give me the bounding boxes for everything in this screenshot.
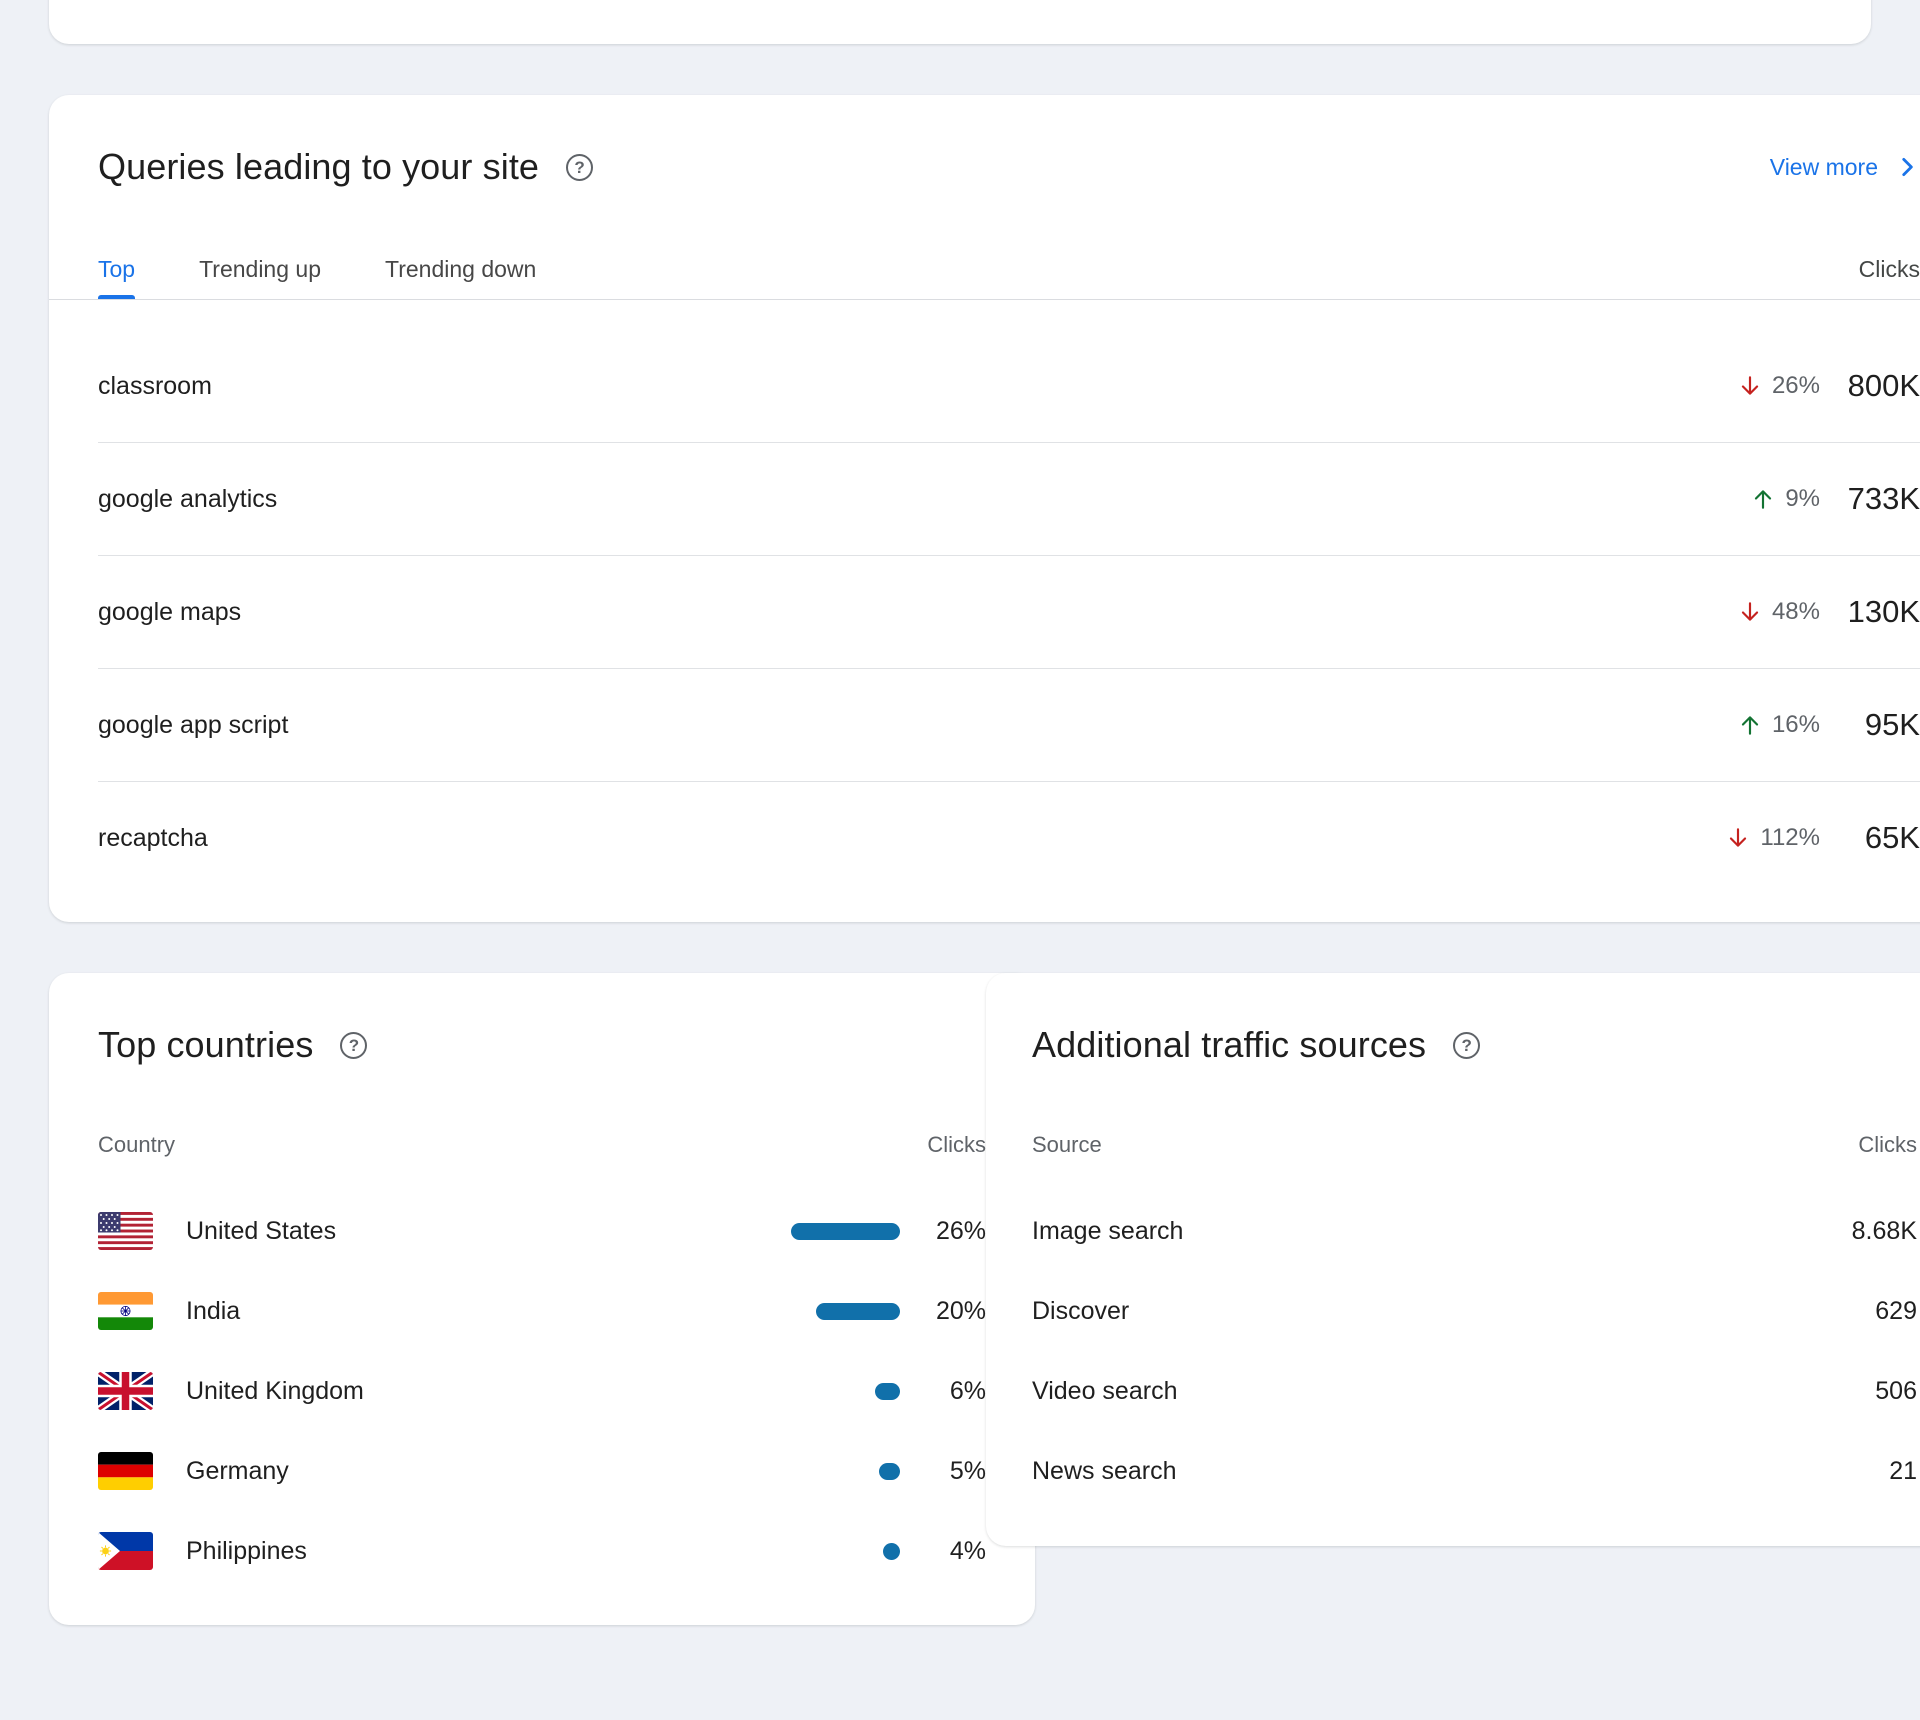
view-more-label: View more bbox=[1770, 154, 1878, 181]
query-row: google maps 48% 130K bbox=[98, 556, 1920, 669]
country-name: United States bbox=[186, 1217, 336, 1246]
traffic-sources-title: Additional traffic sources bbox=[1032, 1021, 1426, 1069]
query-row: recaptcha 112% 65K bbox=[98, 782, 1920, 894]
flag-united-states-icon bbox=[98, 1212, 153, 1250]
source-clicks: 21 bbox=[1889, 1457, 1917, 1486]
country-name: India bbox=[186, 1297, 240, 1326]
flag-philippines-icon bbox=[98, 1532, 153, 1570]
trend-percent: 48% bbox=[1772, 598, 1820, 626]
country-percent: 4% bbox=[900, 1537, 986, 1566]
flag-united-kingdom-icon bbox=[98, 1372, 153, 1410]
clicks-bar bbox=[883, 1543, 900, 1560]
country-row: Philippines 4% bbox=[98, 1511, 986, 1591]
source-name: Discover bbox=[1032, 1297, 1129, 1326]
country-column-header: Country bbox=[98, 1131, 175, 1159]
clicks-value: 65K bbox=[1820, 820, 1920, 856]
clicks-value: 95K bbox=[1820, 707, 1920, 743]
clicks-value: 733K bbox=[1820, 481, 1920, 517]
query-text: google maps bbox=[98, 598, 241, 627]
query-text: google app script bbox=[98, 711, 288, 740]
top-partial-card bbox=[49, 0, 1871, 44]
help-icon[interactable] bbox=[566, 154, 593, 181]
arrow-down-icon bbox=[1737, 599, 1763, 625]
source-row: Image search 8.68K bbox=[1032, 1191, 1917, 1271]
source-row: Video search 506 bbox=[1032, 1351, 1917, 1431]
queries-card-title: Queries leading to your site bbox=[98, 143, 539, 191]
clicks-bar bbox=[816, 1303, 900, 1320]
query-text: recaptcha bbox=[98, 824, 208, 853]
country-percent: 6% bbox=[900, 1377, 986, 1406]
view-more-link[interactable]: View more bbox=[1770, 154, 1920, 181]
sources-list: Image search 8.68K Discover 629 Video se… bbox=[1032, 1191, 1917, 1511]
help-icon[interactable] bbox=[1453, 1032, 1480, 1059]
clicks-value: 800K bbox=[1820, 368, 1920, 404]
flag-germany-icon bbox=[98, 1452, 153, 1490]
trend-percent: 26% bbox=[1772, 372, 1820, 400]
arrow-down-icon bbox=[1737, 373, 1763, 399]
clicks-column-header: Clicks bbox=[1859, 255, 1920, 299]
country-name: United Kingdom bbox=[186, 1377, 364, 1406]
tab-trending-down[interactable]: Trending down bbox=[385, 255, 536, 299]
source-column-header: Source bbox=[1032, 1131, 1102, 1159]
source-row: Discover 629 bbox=[1032, 1271, 1917, 1351]
country-row: United States 26% bbox=[98, 1191, 986, 1271]
country-row: Germany 5% bbox=[98, 1431, 986, 1511]
query-row: google analytics 9% 733K bbox=[98, 443, 1920, 556]
country-percent: 26% bbox=[900, 1217, 986, 1246]
query-row: google app script 16% 95K bbox=[98, 669, 1920, 782]
help-icon[interactable] bbox=[340, 1032, 367, 1059]
clicks-bar bbox=[791, 1223, 900, 1240]
clicks-value: 130K bbox=[1820, 594, 1920, 630]
clicks-bar bbox=[875, 1383, 900, 1400]
arrow-up-icon bbox=[1750, 486, 1776, 512]
country-percent: 5% bbox=[900, 1457, 986, 1486]
source-name: News search bbox=[1032, 1457, 1177, 1486]
countries-list: United States 26% India 20% bbox=[98, 1191, 986, 1591]
country-name: Philippines bbox=[186, 1537, 307, 1566]
traffic-sources-card: Additional traffic sources Source Clicks… bbox=[986, 973, 1920, 1546]
trend-percent: 9% bbox=[1785, 485, 1820, 513]
query-text: google analytics bbox=[98, 485, 277, 514]
clicks-bar bbox=[879, 1463, 900, 1480]
top-countries-card: Top countries Country Clicks United Stat… bbox=[49, 973, 1035, 1625]
chevron-right-icon bbox=[1894, 154, 1920, 180]
country-row: India 20% bbox=[98, 1271, 986, 1351]
source-clicks: 629 bbox=[1875, 1297, 1917, 1326]
arrow-down-icon bbox=[1725, 825, 1751, 851]
dashboard-page: { "page": { "background": "#EEF1F6" }, "… bbox=[0, 0, 1920, 1720]
clicks-column-header: Clicks bbox=[927, 1131, 986, 1159]
arrow-up-icon bbox=[1737, 712, 1763, 738]
source-row: News search 21 bbox=[1032, 1431, 1917, 1511]
trend-percent: 112% bbox=[1760, 824, 1820, 852]
trend-percent: 16% bbox=[1772, 711, 1820, 739]
tab-top[interactable]: Top bbox=[98, 255, 135, 299]
queries-list: classroom 26% 800K google analytics 9% 7… bbox=[98, 300, 1920, 894]
query-text: classroom bbox=[98, 372, 212, 401]
query-row: classroom 26% 800K bbox=[98, 330, 1920, 443]
country-name: Germany bbox=[186, 1457, 289, 1486]
queries-tabs: Top Trending up Trending down Clicks bbox=[98, 255, 1920, 299]
tab-trending-up[interactable]: Trending up bbox=[199, 255, 321, 299]
source-name: Video search bbox=[1032, 1377, 1177, 1406]
source-clicks: 8.68K bbox=[1852, 1217, 1917, 1246]
queries-card-header: Queries leading to your site View more bbox=[98, 95, 1920, 191]
country-percent: 20% bbox=[900, 1297, 986, 1326]
clicks-column-header: Clicks bbox=[1858, 1131, 1917, 1159]
flag-india-icon bbox=[98, 1292, 153, 1330]
top-countries-title: Top countries bbox=[98, 1021, 313, 1069]
queries-card: Queries leading to your site View more T… bbox=[49, 95, 1920, 922]
source-name: Image search bbox=[1032, 1217, 1183, 1246]
source-clicks: 506 bbox=[1875, 1377, 1917, 1406]
country-row: United Kingdom 6% bbox=[98, 1351, 986, 1431]
